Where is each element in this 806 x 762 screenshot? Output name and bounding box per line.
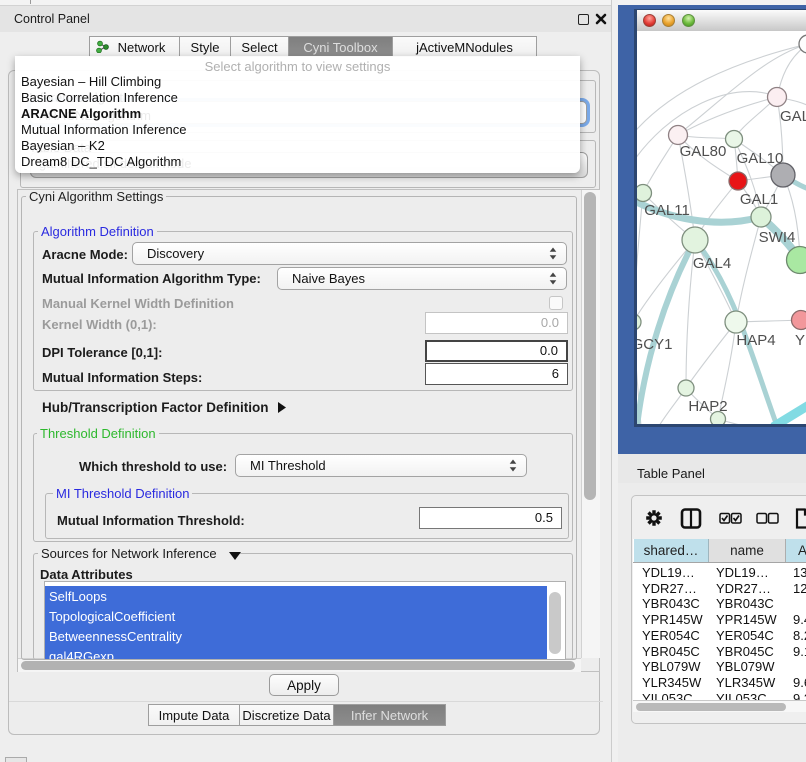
- svg-text:GAL1: GAL1: [740, 191, 778, 208]
- svg-text:GAL10: GAL10: [737, 150, 784, 167]
- svg-text:GAL80: GAL80: [680, 143, 727, 160]
- svg-text:YMR: YMR: [795, 332, 806, 349]
- svg-text:HAP2: HAP2: [688, 398, 727, 415]
- svg-text:GAL11: GAL11: [644, 202, 690, 219]
- svg-text:GAL4: GAL4: [693, 255, 731, 272]
- svg-text:GCY1: GCY1: [637, 336, 672, 353]
- svg-text:SWI4: SWI4: [759, 229, 796, 246]
- svg-text:HAP4: HAP4: [736, 332, 775, 349]
- svg-text:GAL7: GAL7: [780, 108, 806, 125]
